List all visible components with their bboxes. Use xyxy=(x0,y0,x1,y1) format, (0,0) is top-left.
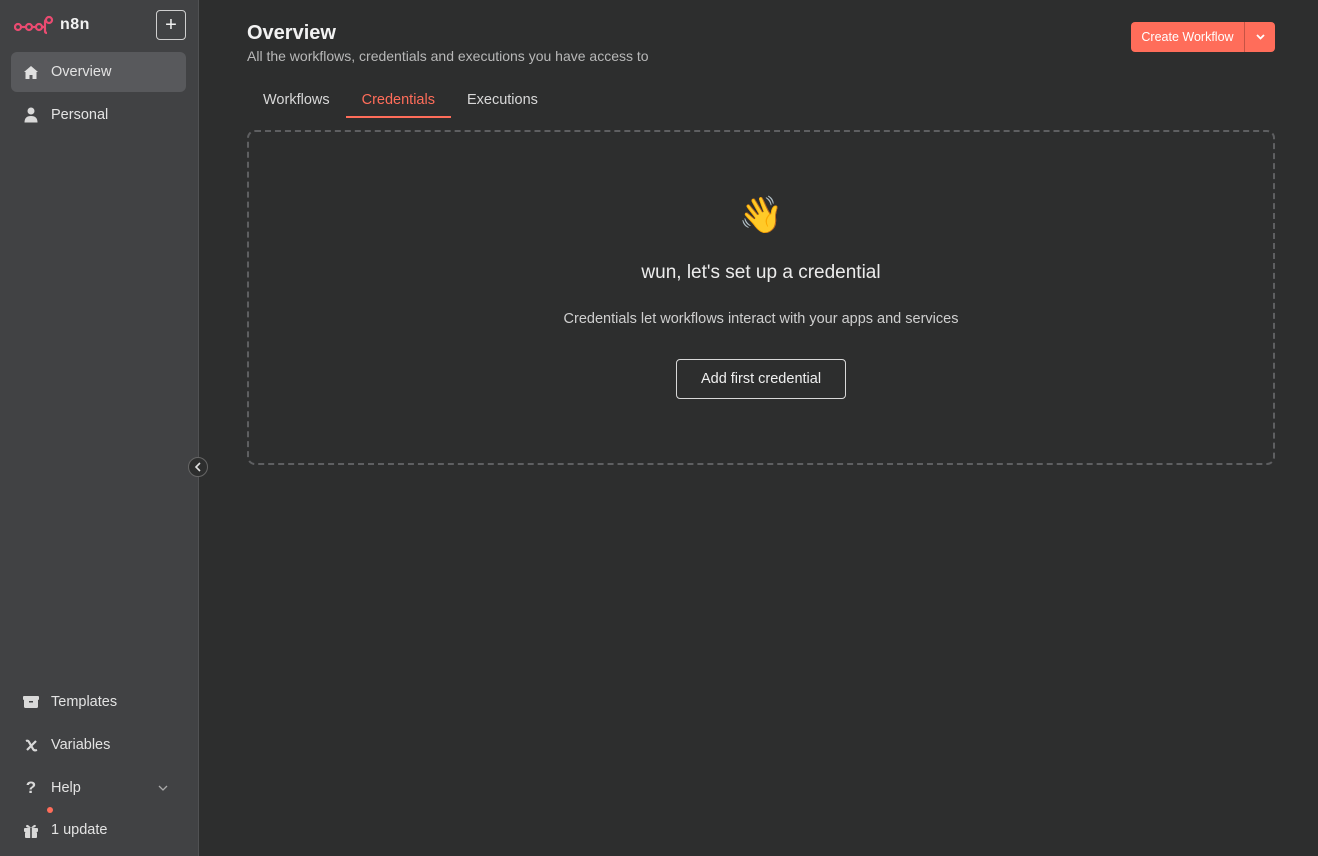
empty-state-description: Credentials let workflows interact with … xyxy=(563,311,959,327)
chevron-left-icon xyxy=(194,462,201,472)
empty-state-heading: wun, let's set up a credential xyxy=(641,262,881,283)
sidebar-item-label: Variables xyxy=(51,737,111,753)
waving-hand-icon: 👋 xyxy=(738,194,784,235)
variable-icon xyxy=(23,737,39,753)
collapse-sidebar-button[interactable] xyxy=(188,457,208,477)
tab-credentials[interactable]: Credentials xyxy=(345,84,451,118)
create-options-dropdown[interactable] xyxy=(1245,22,1275,52)
overview-tabs: Workflows Credentials Executions xyxy=(247,84,554,118)
sidebar-item-label: Overview xyxy=(51,64,112,80)
tab-workflows[interactable]: Workflows xyxy=(247,84,346,118)
sidebar-item-help[interactable]: ? Help xyxy=(11,768,186,808)
notification-dot xyxy=(47,807,53,813)
create-workflow-button[interactable]: Create Workflow xyxy=(1131,22,1245,52)
sidebar: n8n + Overview Personal Templates Variab… xyxy=(0,0,199,856)
create-workflow-split-button: Create Workflow xyxy=(1131,22,1275,52)
sidebar-item-label: Templates xyxy=(51,694,118,710)
sidebar-item-label: Personal xyxy=(51,107,109,123)
gift-icon xyxy=(23,822,39,838)
home-icon xyxy=(23,64,39,80)
page-title: Overview xyxy=(247,22,336,44)
chevron-down-icon xyxy=(158,783,168,794)
sidebar-item-label: 1 update xyxy=(51,822,108,838)
question-icon: ? xyxy=(25,778,37,797)
sidebar-item-variables[interactable]: Variables xyxy=(11,725,186,765)
n8n-logo-icon xyxy=(14,15,54,35)
sidebar-item-overview[interactable]: Overview xyxy=(11,52,186,92)
new-item-button[interactable]: + xyxy=(156,10,186,40)
sidebar-item-label: Help xyxy=(51,780,81,796)
chevron-down-icon xyxy=(1255,34,1265,40)
page-subtitle: All the workflows, credentials and execu… xyxy=(247,48,649,64)
sidebar-item-personal[interactable]: Personal xyxy=(11,95,186,135)
add-first-credential-button[interactable]: Add first credential xyxy=(676,359,846,399)
app-name: n8n xyxy=(60,16,90,33)
box-icon xyxy=(23,694,39,710)
sidebar-item-templates[interactable]: Templates xyxy=(11,682,186,722)
n8n-logo[interactable]: n8n xyxy=(14,14,90,36)
user-icon xyxy=(23,107,39,123)
tab-executions[interactable]: Executions xyxy=(451,84,554,118)
empty-state-panel: 👋 wun, let's set up a credential Credent… xyxy=(247,130,1275,465)
sidebar-item-update[interactable]: 1 update xyxy=(11,807,186,850)
